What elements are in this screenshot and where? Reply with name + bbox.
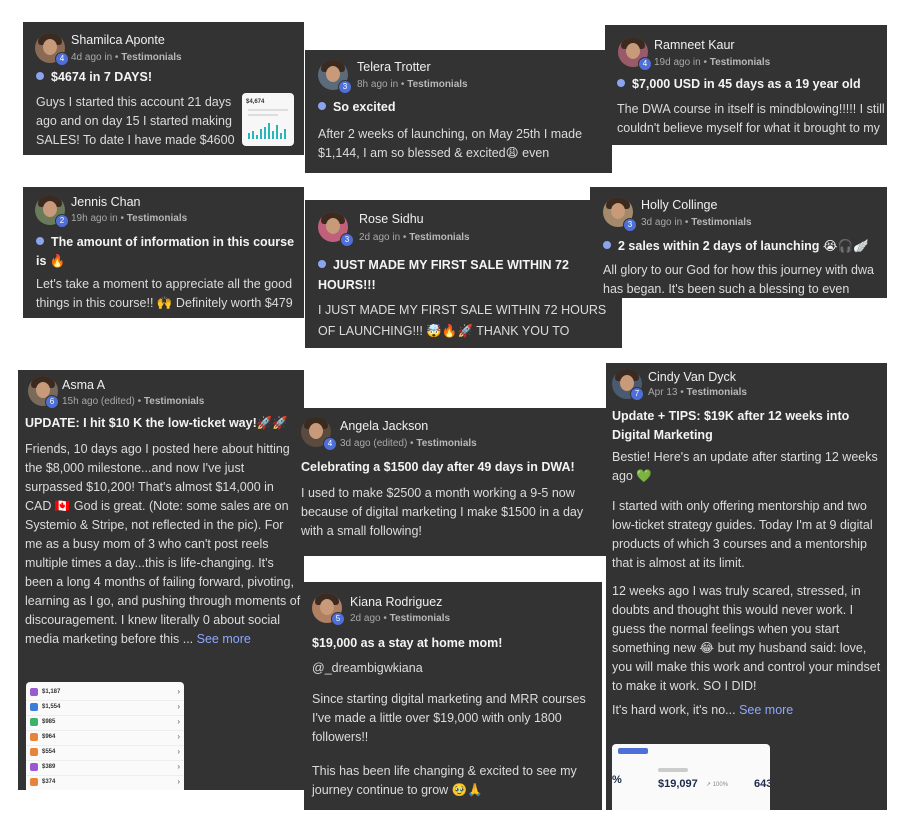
level-badge: 3 (623, 218, 637, 232)
post-meta: 15h ago (edited) • Testimonials (62, 396, 205, 407)
post-card[interactable]: 5 Kiana Rodriguez 2d ago • Testimonials … (304, 582, 602, 810)
category-link[interactable]: Testimonials (691, 217, 751, 228)
post-title[interactable]: $7,000 USD in 45 days as a 19 year old (617, 77, 861, 91)
post-excerpt: Friends, 10 days ago I posted here about… (25, 442, 301, 646)
category-link[interactable]: Testimonials (390, 613, 450, 624)
category-link[interactable]: Testimonials (121, 52, 181, 63)
post-title[interactable]: UPDATE: I hit $10 K the low-ticket way!🚀… (25, 416, 288, 431)
category-link[interactable]: Testimonials (407, 79, 467, 90)
level-badge: 4 (638, 57, 652, 71)
post-paragraph: I started with only offering mentorship … (612, 499, 873, 570)
author-name[interactable]: Asma A (62, 378, 105, 392)
post-meta: 8h ago in • Testimonials (357, 79, 468, 90)
post-paragraph: It's hard work, it's no... See more (612, 703, 794, 717)
sales-row: $985 › (26, 716, 184, 731)
sales-row: $389 › (26, 761, 184, 776)
post-card[interactable]: 7 Cindy Van Dyck Apr 13 • Testimonials U… (606, 363, 887, 810)
author-name[interactable]: Angela Jackson (340, 419, 428, 433)
level-badge: 3 (340, 233, 354, 247)
level-badge: 7 (630, 387, 644, 401)
revenue-dashboard-thumbnail[interactable]: % $19,097 ↗ 100% 643 (612, 744, 770, 810)
mention-handle[interactable]: @_dreambigwkiana (312, 659, 423, 678)
post-excerpt: I JUST MADE MY FIRST SALE WITHIN 72 HOUR… (318, 303, 607, 338)
unread-dot (36, 237, 44, 245)
post-meta: 4d ago in • Testimonials (71, 52, 182, 63)
unread-dot (617, 79, 625, 87)
level-badge: 2 (55, 214, 69, 228)
post-excerpt: The DWA course in itself is mindblowing!… (617, 102, 885, 135)
sales-row: $964 › (26, 731, 184, 746)
post-meta: 3d ago (edited) • Testimonials (340, 438, 477, 449)
category-link[interactable]: Testimonials (144, 396, 204, 407)
post-excerpt: After 2 weeks of launching, on May 25th … (318, 127, 583, 160)
author-name[interactable]: Rose Sidhu (359, 212, 424, 226)
post-meta: 2d ago • Testimonials (350, 613, 451, 624)
post-title[interactable]: $19,000 as a stay at home mom! (312, 636, 502, 650)
post-title[interactable]: So excited (318, 100, 396, 114)
post-title[interactable]: JUST MADE MY FIRST SALE WITHIN 72 HOURS!… (318, 255, 603, 295)
post-card[interactable]: 3 Telera Trotter 8h ago in • Testimonial… (305, 50, 612, 173)
author-name[interactable]: Jennis Chan (71, 195, 141, 209)
post-excerpt: Guys I started this account 21 days ago … (36, 95, 235, 147)
level-badge: 4 (55, 52, 69, 66)
post-card[interactable]: 6 Asma A 15h ago (edited) • Testimonials… (18, 370, 304, 790)
author-name[interactable]: Ramneet Kaur (654, 38, 735, 52)
post-card[interactable]: 4 Ramneet Kaur 19d ago in • Testimonials… (605, 25, 887, 145)
level-badge: 3 (338, 80, 352, 94)
unread-dot (36, 72, 44, 80)
sales-list-thumbnail[interactable]: $1,187 › $1,554 › $985 › $964 › $554 › $389 › … (26, 682, 184, 790)
unread-dot (318, 260, 326, 268)
category-link[interactable]: Testimonials (416, 438, 476, 449)
post-title[interactable]: Update + TIPS: $19K after 12 weeks into … (612, 407, 882, 445)
post-card[interactable]: 4 Angela Jackson 3d ago (edited) • Testi… (298, 408, 607, 556)
post-meta: Apr 13 • Testimonials (648, 387, 747, 398)
level-badge: 5 (331, 612, 345, 626)
category-link[interactable]: Testimonials (687, 387, 747, 398)
post-card[interactable]: 4 Shamilca Aponte 4d ago in • Testimonia… (23, 22, 304, 155)
category-link[interactable]: Testimonials (710, 57, 770, 68)
see-more-link[interactable]: See more (197, 632, 251, 646)
partial-stat-value: 643 (754, 778, 770, 790)
level-badge: 4 (323, 437, 337, 451)
post-card[interactable]: 3 Holly Collinge 3d ago in • Testimonial… (590, 187, 887, 298)
partial-left-value: % (612, 774, 622, 786)
post-paragraph: Since starting digital marketing and MRR… (312, 692, 586, 744)
author-name[interactable]: Kiana Rodriguez (350, 595, 442, 609)
mini-bar-chart-graphic (248, 109, 288, 139)
post-meta: 19d ago in • Testimonials (654, 57, 771, 68)
post-excerpt: All glory to our God for how this journe… (603, 263, 874, 296)
level-badge: 6 (45, 395, 59, 409)
see-more-link[interactable]: See more (739, 703, 793, 717)
sales-row: $374 › (26, 776, 184, 790)
author-name[interactable]: Cindy Van Dyck (648, 370, 736, 384)
revenue-change: ↗ 100% (706, 782, 729, 788)
sales-row: $1,187 › (26, 686, 184, 701)
sales-row: $554 › (26, 746, 184, 761)
date-chip (618, 748, 648, 754)
author-name[interactable]: Telera Trotter (357, 60, 431, 74)
post-meta: 19h ago in • Testimonials (71, 213, 188, 224)
unread-dot (318, 102, 326, 110)
post-title[interactable]: $4674 in 7 DAYS! (36, 70, 296, 84)
post-title[interactable]: The amount of information in this course… (36, 233, 301, 271)
unread-dot (603, 241, 611, 249)
sales-row: $1,554 › (26, 701, 184, 716)
post-excerpt: Let's take a moment to appreciate all th… (36, 277, 293, 310)
revenue-total: $19,097 (658, 778, 698, 790)
post-meta: 3d ago in • Testimonials (641, 217, 752, 228)
post-paragraph: Bestie! Here's an update after starting … (612, 450, 878, 483)
post-title[interactable]: Celebrating a $1500 day after 49 days in… (301, 460, 575, 474)
post-card[interactable]: 2 Jennis Chan 19h ago in • Testimonials … (23, 187, 304, 318)
category-link[interactable]: Testimonials (127, 213, 187, 224)
post-title[interactable]: 2 sales within 2 days of launching 😭🎧🪽 (603, 238, 869, 254)
post-paragraph: This has been life changing & excited to… (312, 764, 577, 797)
sales-screenshot-thumbnail[interactable]: $4,674 (242, 93, 294, 146)
post-meta: 2d ago in • Testimonials (359, 232, 470, 243)
category-link[interactable]: Testimonials (409, 232, 469, 243)
author-name[interactable]: Holly Collinge (641, 198, 717, 212)
post-paragraph: 12 weeks ago I was truly scared, stresse… (612, 584, 881, 693)
post-card[interactable]: 3 Rose Sidhu 2d ago in • Testimonials JU… (305, 200, 622, 348)
author-name[interactable]: Shamilca Aponte (71, 33, 165, 47)
post-excerpt: I used to make $2500 a month working a 9… (301, 486, 584, 538)
